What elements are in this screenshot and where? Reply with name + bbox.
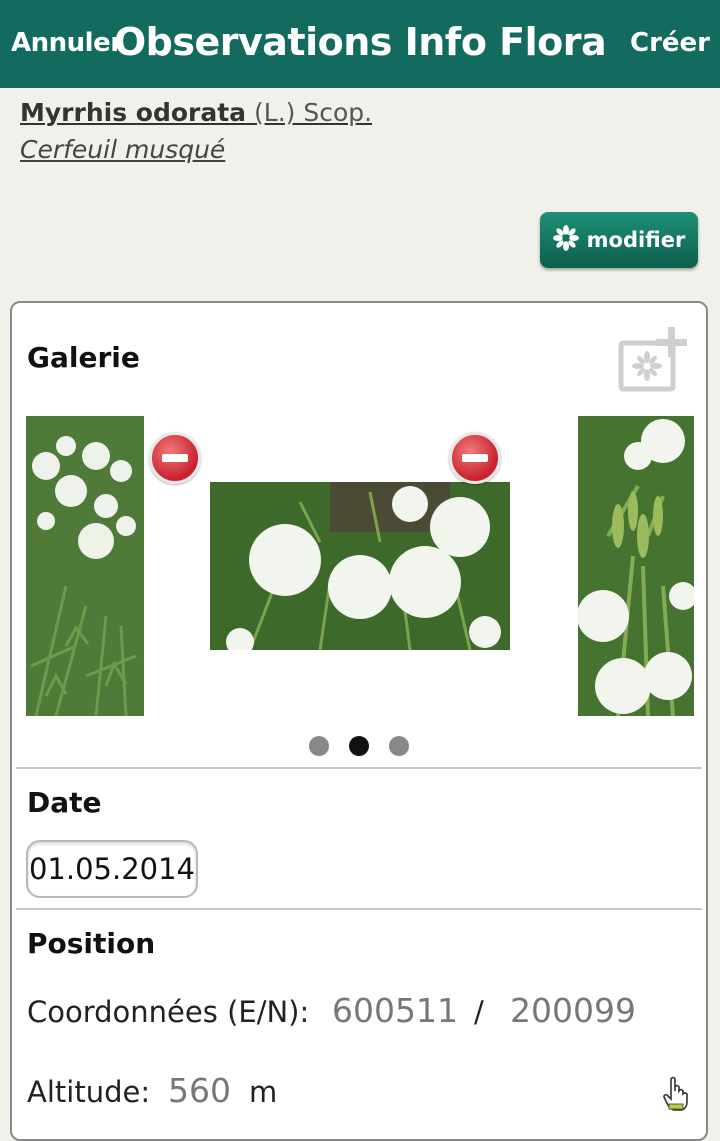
add-photo-icon[interactable] (618, 325, 692, 393)
create-button[interactable]: Créer (630, 28, 710, 58)
observation-card: Galerie Date 01.05.2014 Position Coordon… (10, 301, 708, 1141)
east-coordinate[interactable]: 600511 (332, 991, 458, 1030)
top-bar: Annuler Observations Info Flora Créer (0, 0, 720, 88)
altitude-label: Altitude: (27, 1075, 151, 1109)
remove-photo-button[interactable] (149, 432, 201, 484)
species-scientific-link[interactable]: Myrrhis odorata (L.) Scop. (20, 98, 372, 127)
divider (16, 767, 702, 769)
species-scientific-name: Myrrhis odorata (20, 98, 247, 127)
species-common-name[interactable]: Cerfeuil musqué (20, 135, 372, 164)
minus-icon (462, 454, 488, 462)
gallery-photo-center[interactable] (210, 482, 510, 650)
gallery-pager (12, 736, 706, 756)
minus-icon (162, 454, 188, 462)
pager-dot[interactable] (389, 736, 409, 756)
species-author: (L.) Scop. (254, 98, 373, 127)
remove-photo-button[interactable] (449, 432, 501, 484)
coordinates-label: Coordonnées (E/N): (27, 995, 310, 1029)
gallery-photo-left[interactable] (26, 416, 144, 716)
position-title: Position (27, 927, 156, 960)
north-coordinate[interactable]: 200099 (510, 991, 636, 1030)
page-title: Observations Info Flora (113, 20, 607, 64)
species-block: Myrrhis odorata (L.) Scop. Cerfeuil musq… (20, 98, 372, 164)
pager-dot[interactable] (309, 736, 329, 756)
altitude-unit: m (249, 1075, 278, 1109)
flower-icon (552, 224, 579, 256)
pager-dot-active[interactable] (349, 736, 369, 756)
modify-button-label: modifier (586, 228, 686, 252)
altitude-value[interactable]: 560 (168, 1071, 231, 1110)
divider (16, 908, 702, 910)
gallery-photo-right[interactable] (578, 416, 694, 716)
coordinate-separator: / (474, 995, 484, 1029)
date-field[interactable]: 01.05.2014 (26, 840, 198, 898)
gallery-title: Galerie (27, 341, 140, 374)
hand-pointer-icon[interactable] (662, 1075, 690, 1111)
modify-button[interactable]: modifier (540, 212, 698, 268)
date-title: Date (27, 786, 102, 819)
